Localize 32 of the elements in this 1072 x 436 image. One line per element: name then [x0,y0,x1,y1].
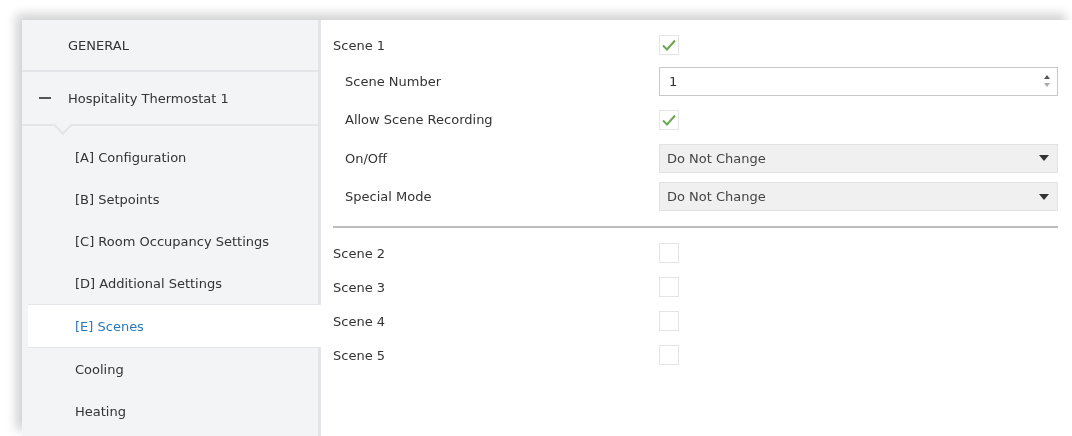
sidebar-item[interactable]: [B] Setpoints [22,178,318,220]
checkbox[interactable] [659,345,679,365]
setting-label: Scene Number [345,73,442,89]
checkbox[interactable] [659,109,679,130]
scene-label: Scene 3 [333,279,387,295]
group-label: Hospitality Thermostat 1 [68,90,229,106]
number-field[interactable]: 1 [659,66,1058,96]
checkbox[interactable] [659,35,679,55]
spinner-arrows-icon [1043,74,1051,89]
sidebar-item[interactable]: Heating [22,390,318,432]
checkbox[interactable] [659,243,679,263]
scene-label: Scene 1 [333,37,387,53]
scene-label: Scene 4 [333,313,387,329]
scene-label: Scene 2 [333,245,387,261]
sidebar-item[interactable]: [E] Scenes [28,304,321,348]
check-icon [662,113,676,126]
setting-label: On/Off [345,150,389,166]
sidebar-item[interactable]: [D] Additional Settings [22,262,318,304]
check-icon [662,39,676,51]
caret-icon [1039,193,1049,200]
dropdown[interactable]: Do Not Change [659,143,1058,173]
setting-label: Allow Scene Recording [345,112,494,128]
setting-label: Special Mode [345,189,433,205]
caret-icon [1039,155,1049,162]
scene-label: Scene 5 [333,347,387,363]
sidebar-item[interactable]: [C] Room Occupancy Settings [22,220,318,262]
sidebar-item[interactable]: [A] Configuration [22,136,318,178]
checkbox[interactable] [659,277,679,297]
sidebar-item[interactable]: GENERAL [22,20,318,72]
checkbox[interactable] [659,311,679,331]
sidebar-item[interactable]: Cooling [22,348,318,390]
dropdown[interactable]: Do Not Change [659,182,1058,212]
